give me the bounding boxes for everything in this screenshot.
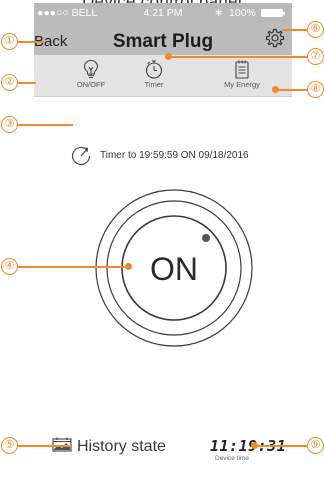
phone-screen: ●●●○○ BELL 4:21 PM ∗ 100% Back Smart Plu… — [34, 3, 292, 484]
callout-3: ③ — [1, 116, 18, 133]
calendar-icon[interactable] — [52, 436, 72, 452]
power-button-label: ON — [150, 251, 198, 287]
history-state-button[interactable]: History state — [77, 438, 166, 456]
callout-8-line — [275, 89, 307, 91]
tab-my-energy[interactable]: My Energy — [218, 55, 266, 96]
callout-5-line — [18, 445, 72, 447]
callout-4-line — [18, 266, 128, 268]
tab-timer-label: Timer — [144, 80, 164, 89]
stopwatch-icon — [145, 60, 163, 79]
timer-text: Timer to 19:59:59 ON 09/18/2016 — [100, 150, 249, 161]
callout-5: ⑤ — [1, 437, 18, 454]
power-button[interactable]: ON — [94, 188, 254, 348]
callout-9-line — [254, 445, 307, 447]
callout-8: ⑧ — [307, 81, 324, 98]
page-title: Smart Plug — [112, 31, 214, 52]
callout-2-line — [18, 82, 36, 84]
callout-8-dot — [272, 86, 279, 93]
notepad-icon — [235, 60, 249, 79]
callout-6-line — [282, 29, 307, 31]
tab-bar: ON/OFF Timer My Energy — [34, 55, 292, 97]
callout-4: ④ — [1, 258, 18, 275]
callout-1-line — [18, 41, 44, 43]
battery-percent: 100% — [229, 7, 256, 19]
bulb-icon — [83, 59, 99, 79]
tab-on-off[interactable]: ON/OFF — [71, 55, 111, 96]
bluetooth-icon: ∗ — [214, 7, 224, 19]
device-time-label: Device time — [215, 455, 249, 462]
callout-9-dot — [251, 442, 258, 449]
battery-icon — [261, 9, 285, 17]
status-bar: ●●●○○ BELL 4:21 PM ∗ 100% — [34, 3, 292, 23]
callout-9: ⑨ — [307, 437, 324, 454]
callout-3-line — [18, 124, 73, 126]
callout-7-dot — [165, 53, 172, 60]
callout-1: ① — [1, 33, 18, 50]
tab-on-off-label: ON/OFF — [76, 80, 106, 89]
callout-7: ⑦ — [307, 48, 324, 65]
callout-2: ② — [1, 74, 18, 91]
callout-6: ⑥ — [307, 21, 324, 38]
tab-timer[interactable]: Timer — [134, 55, 174, 96]
timer-icon — [71, 147, 91, 165]
nav-bar: Back Smart Plug — [34, 23, 292, 55]
tab-my-energy-label: My Energy — [224, 80, 260, 89]
callout-4-dot — [125, 263, 132, 270]
callout-7-line — [168, 56, 307, 58]
power-indicator-dot — [202, 234, 210, 242]
